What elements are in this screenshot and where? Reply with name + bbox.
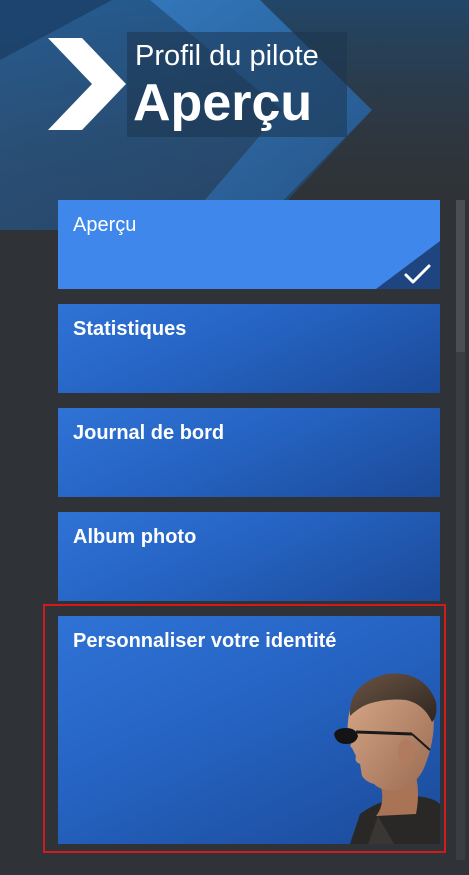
menu-item-label: Statistiques bbox=[73, 318, 187, 340]
menu-item-label: Aperçu bbox=[73, 214, 137, 236]
menu-item-journal-de-bord[interactable]: Journal de bord bbox=[58, 408, 440, 497]
menu-item-apercu[interactable]: Aperçu bbox=[58, 200, 440, 289]
menu-item-label: Personnaliser votre identité bbox=[73, 630, 337, 652]
profile-menu: Aperçu Statistiques Journal de bord Albu… bbox=[0, 0, 469, 875]
menu-item-statistiques[interactable]: Statistiques bbox=[58, 304, 440, 393]
menu-item-album-photo[interactable]: Album photo bbox=[58, 512, 440, 601]
pilot-portrait-avatar bbox=[334, 673, 440, 844]
checkmark-icon bbox=[376, 241, 440, 289]
menu-item-label: Journal de bord bbox=[73, 422, 225, 444]
menu-item-personnaliser-identite[interactable]: Personnaliser votre identité bbox=[58, 616, 440, 844]
menu-item-label: Album photo bbox=[73, 526, 197, 548]
